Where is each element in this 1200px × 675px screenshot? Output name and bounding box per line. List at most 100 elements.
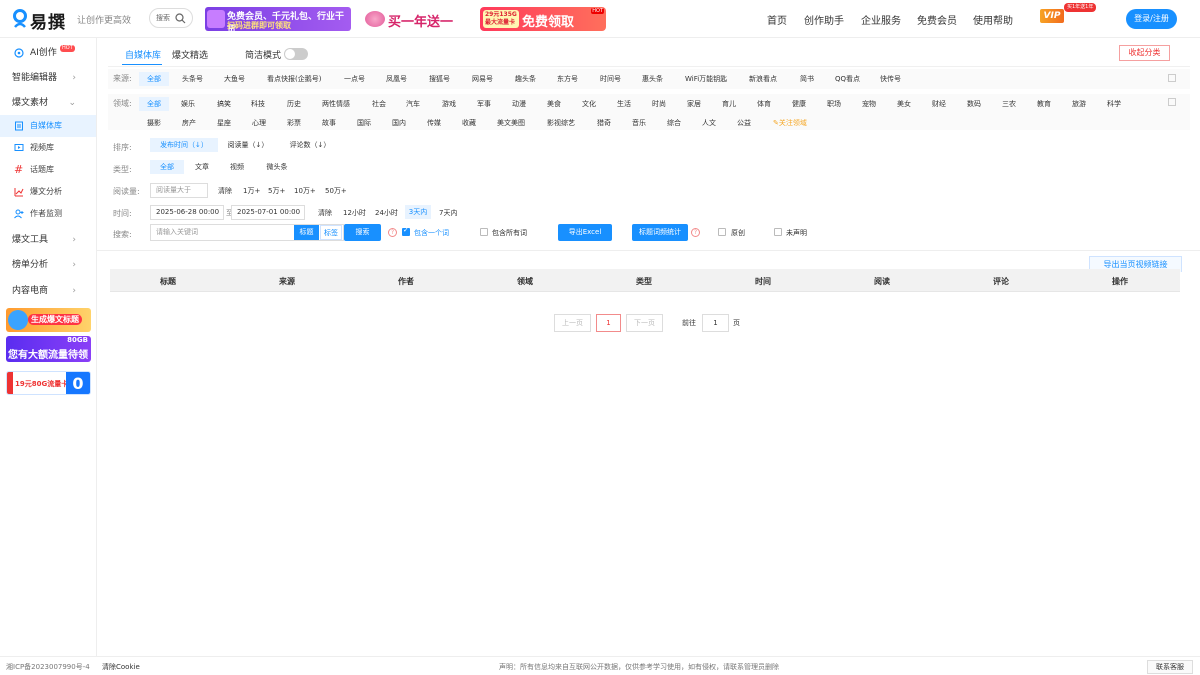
read-500k[interactable]: 50万+ — [325, 186, 347, 196]
search-mode-tag[interactable]: 标签 — [320, 225, 342, 240]
member-promo-banner[interactable]: 免费会员、千元礼包、行业干货 扫码进群即可领取 — [205, 7, 351, 31]
source-chip[interactable]: 东方号 — [557, 72, 578, 86]
field-chip[interactable]: 社会 — [372, 97, 386, 111]
field2-chip[interactable]: 传媒 — [427, 116, 441, 130]
sidebar-item-video-lib[interactable]: 视频库 — [0, 137, 96, 159]
time-from-input[interactable]: 2025-06-28 00:00 — [150, 205, 224, 220]
sidebar-item-smart-editor[interactable]: 智能编辑器 › — [0, 67, 96, 89]
field-chip[interactable]: 文化 — [582, 97, 596, 111]
page-1-button[interactable]: 1 — [596, 314, 621, 332]
contact-support-button[interactable]: 联系客服 — [1147, 660, 1193, 674]
sidebar-item-material[interactable]: 爆文素材 ⌄ — [0, 92, 96, 114]
source-chip[interactable]: QQ看点 — [835, 72, 860, 86]
undeclared-checkbox[interactable] — [774, 228, 782, 236]
type-video[interactable]: 视频 — [225, 160, 249, 174]
time-12h[interactable]: 12小时 — [343, 208, 366, 218]
icp-link[interactable]: 湘ICP备2023007990号-4 — [6, 662, 90, 672]
field-chip[interactable]: 生活 — [617, 97, 631, 111]
sidebar-item-media-lib[interactable]: 自媒体库 — [0, 115, 96, 137]
field2-chip[interactable]: 房产 — [182, 116, 196, 130]
nav-free-member[interactable]: 免费会员 — [917, 12, 957, 27]
field-chip[interactable]: 育儿 — [722, 97, 736, 111]
sidebar-item-analysis[interactable]: 爆文分析 — [0, 181, 96, 203]
field-chip[interactable]: 职场 — [827, 97, 841, 111]
header-search-button[interactable]: 搜索 — [149, 8, 193, 28]
field-chip[interactable]: 搞笑 — [217, 97, 231, 111]
nav-home[interactable]: 首页 — [767, 12, 787, 27]
source-chip[interactable]: 全部 — [139, 72, 169, 86]
field2-chip[interactable]: 收藏 — [462, 116, 476, 130]
field2-chip[interactable]: 音乐 — [632, 116, 646, 130]
time-clear[interactable]: 清除 — [318, 208, 332, 218]
field-chip[interactable]: 汽车 — [406, 97, 420, 111]
help-icon[interactable]: ? — [388, 228, 397, 237]
sidebar-item-rank[interactable]: 榜单分析 › — [0, 254, 96, 276]
th-time[interactable]: 时间 — [755, 276, 771, 287]
source-chip[interactable]: 凤凰号 — [386, 72, 407, 86]
source-chip[interactable]: 新浪看点 — [749, 72, 777, 86]
field2-chip[interactable]: 心理 — [252, 116, 266, 130]
sidebar-item-tools[interactable]: 爆文工具 › — [0, 229, 96, 251]
th-title[interactable]: 标题 — [160, 276, 176, 287]
field2-chip[interactable]: 彩票 — [287, 116, 301, 130]
field-chip[interactable]: 游戏 — [442, 97, 456, 111]
help-icon[interactable]: ? — [691, 228, 700, 237]
field2-chip[interactable]: 美文美图 — [497, 116, 525, 130]
vip-icon[interactable]: VIP — [1040, 9, 1064, 23]
nav-help[interactable]: 使用帮助 — [973, 12, 1013, 27]
source-chip[interactable]: 趣头条 — [515, 72, 536, 86]
read-clear[interactable]: 清除 — [218, 186, 232, 196]
th-source[interactable]: 来源 — [279, 276, 295, 287]
field-chip[interactable]: 美女 — [897, 97, 911, 111]
original-checkbox[interactable] — [718, 228, 726, 236]
login-button[interactable]: 登录/注册 — [1126, 9, 1177, 29]
field-chip[interactable]: 美食 — [547, 97, 561, 111]
time-3d[interactable]: 3天内 — [405, 205, 431, 219]
field2-chip[interactable]: 星座 — [217, 116, 231, 130]
type-article[interactable]: 文章 — [190, 160, 214, 174]
search-submit-button[interactable]: 搜索 — [344, 224, 381, 241]
source-chip[interactable]: 简书 — [800, 72, 814, 86]
time-to-input[interactable]: 2025-07-01 00:00 — [231, 205, 305, 220]
traffic-ad[interactable]: 80GB 您有大额流量待领取 — [6, 336, 91, 362]
type-micro[interactable]: 微头条 — [262, 160, 292, 174]
year-promo-banner[interactable]: 买一年送一年 — [363, 7, 465, 31]
field-chip[interactable]: 时尚 — [652, 97, 666, 111]
th-comment[interactable]: 评论 — [993, 276, 1009, 287]
th-type[interactable]: 类型 — [636, 276, 652, 287]
field-chip[interactable]: 健康 — [792, 97, 806, 111]
sort-comment-count[interactable]: 评论数（↓） — [284, 138, 336, 152]
source-chip[interactable]: 惠头条 — [642, 72, 663, 86]
include-one-checkbox[interactable] — [402, 226, 410, 236]
include-all-checkbox[interactable] — [480, 228, 488, 236]
field-chip[interactable]: 教育 — [1037, 97, 1051, 111]
source-chip[interactable]: 时间号 — [600, 72, 621, 86]
title-generator-ad[interactable]: 生成爆文标题 — [6, 308, 91, 332]
collapse-category-button[interactable]: 收起分类 — [1119, 45, 1170, 61]
sim-card-banner[interactable]: 29元135G最大流量卡 免费领取 HOT — [480, 7, 606, 31]
export-excel-button[interactable]: 导出Excel — [558, 224, 612, 241]
field2-chip[interactable]: 影视综艺 — [547, 116, 575, 130]
source-chip[interactable]: 搜狐号 — [429, 72, 450, 86]
field2-chip[interactable]: 国内 — [392, 116, 406, 130]
read-100k[interactable]: 10万+ — [294, 186, 316, 196]
search-mode-title[interactable]: 标题 — [294, 225, 319, 240]
sim-card-ad[interactable]: 19元80G流量卡 0 — [6, 371, 91, 395]
field2-chip[interactable]: 摄影 — [147, 116, 161, 130]
title-stat-button[interactable]: 标题词频统计 — [632, 224, 688, 241]
field2-chip[interactable]: 猎奇 — [597, 116, 611, 130]
field-chip[interactable]: 科学 — [1107, 97, 1121, 111]
source-chip[interactable]: 看点快报(企鹅号) — [267, 72, 321, 86]
simple-mode-toggle[interactable] — [284, 48, 308, 60]
next-page-button[interactable]: 下一页 — [626, 314, 663, 332]
sort-read-count[interactable]: 阅读量（↓） — [222, 138, 274, 152]
follow-field-link[interactable]: ✎关注领域 — [773, 116, 807, 130]
source-chip[interactable]: 网易号 — [472, 72, 493, 86]
sort-publish-time[interactable]: 发布时间（↓） — [150, 138, 218, 152]
field-chip[interactable]: 财经 — [932, 97, 946, 111]
field2-chip[interactable]: 综合 — [667, 116, 681, 130]
type-all[interactable]: 全部 — [150, 160, 184, 174]
clear-cookie-link[interactable]: 清除Cookie — [102, 662, 140, 672]
field-expand-icon[interactable] — [1168, 98, 1176, 106]
sidebar-item-topic-lib[interactable]: # 话题库 — [0, 159, 96, 181]
